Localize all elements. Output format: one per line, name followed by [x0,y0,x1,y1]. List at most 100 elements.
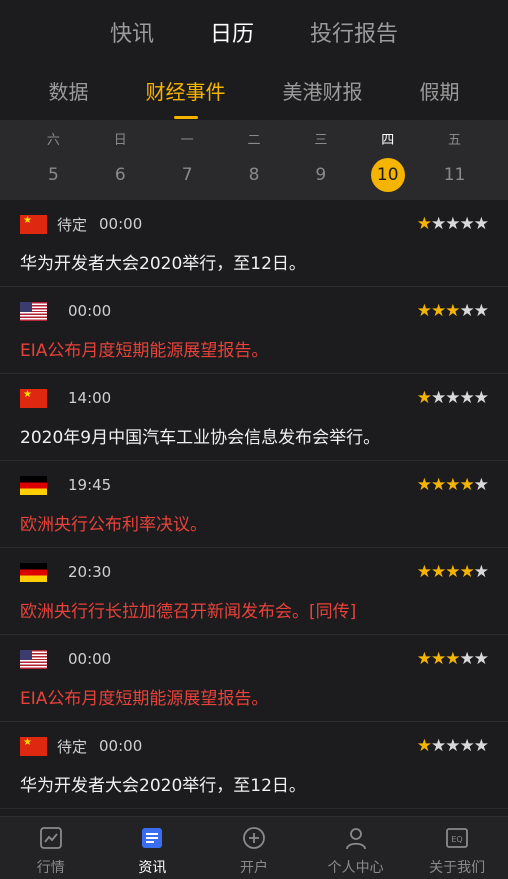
star-icon: ★ [473,649,489,669]
importance-rating: ★★★★★ [416,301,489,321]
star-icon: ★ [431,214,446,234]
subtab-earnings[interactable]: 美港财报 [283,76,363,109]
importance-rating: ★★★★★ [417,475,489,495]
star-icon: ★ [431,649,446,669]
subtab-finance-events[interactable]: 财经事件 [146,76,226,109]
star-icon: ★ [445,736,460,756]
day-cell[interactable]: 六5 [20,120,87,200]
star-icon: ★ [459,736,475,756]
nav-label: 开户 [239,860,268,876]
tab-calendar[interactable]: 日历 [182,16,282,48]
event-item[interactable]: 待定00:00★★★★★华为开发者大会2020举行，至12日。 [0,722,508,809]
event-item[interactable]: 00:00 ★★★★★ EIA公布月度短期能源展望报告。 [0,287,508,374]
nav-label: 行情 [36,860,65,876]
de-flag-icon [20,475,47,495]
us-flag-icon [20,649,47,669]
user-icon [343,825,369,851]
cn-flag-icon [20,388,47,408]
weekday-label: 六 [46,133,60,148]
event-status: 待定 [57,215,88,234]
event-item[interactable]: 14:00★★★★★2020年9月中国汽车工业协会信息发布会举行。 [0,374,508,461]
weekday-label: 二 [247,133,261,148]
week-strip: 六5 日6 一7 二8 三9 四 10 五 11 [0,120,508,200]
event-list: 待定00:00★★★★★华为开发者大会2020举行，至12日。00:00★★★★… [0,200,508,809]
star-icon: ★ [431,301,446,321]
svg-text:EQ: EQ [451,835,462,844]
nav-profile[interactable]: 个人中心 [305,817,407,879]
weekday-label: 三 [314,133,328,148]
star-icon: ★ [416,562,432,582]
star-icon: ★ [459,562,475,582]
day-cell-selected[interactable]: 四 10 [354,120,421,200]
event-item[interactable]: 待定 00:00 ★★★★★ 华为开发者大会2020举行，至12日。 [0,200,508,287]
star-icon: ★ [459,214,475,234]
date-number: 6 [114,165,126,185]
star-icon: ★ [473,562,489,582]
star-icon: ★ [459,301,475,321]
us-flag-icon [20,301,47,321]
event-time: 14:00 [68,389,112,407]
star-icon: ★ [445,388,460,408]
star-icon: ★ [473,736,489,756]
star-icon: ★ [445,649,460,669]
star-icon: ★ [473,301,489,321]
chart-icon [38,825,64,851]
nav-label: 资讯 [138,860,167,876]
star-icon: ★ [473,475,489,495]
top-tab-bar: 快讯 日历 投行报告 [0,0,508,64]
date-number: 11 [443,165,466,185]
event-title: EIA公布月度短期能源展望报告。 [20,341,269,361]
event-item[interactable]: 19:45 ★★★★★ 欧洲央行公布利率决议。 [0,461,508,548]
star-icon: ★ [431,388,446,408]
weekday-label: 一 [180,133,194,148]
day-cell[interactable]: 五 11 [421,120,488,200]
day-cell[interactable]: 三9 [287,120,354,200]
date-number: 9 [315,165,327,185]
subtab-data[interactable]: 数据 [49,76,89,109]
event-status: 待定 [57,737,88,756]
news-icon [139,825,165,851]
about-icon: EQ [444,825,470,851]
bottom-nav: 行情 资讯 开户 个人中心 EQ 关于我们 [0,816,508,879]
sub-tab-bar: 数据 财经事件 美港财报 假期 [0,64,508,120]
importance-rating: ★★★★★ [416,649,489,669]
star-icon: ★ [416,388,432,408]
day-cell[interactable]: 日6 [87,120,154,200]
cn-flag-icon [20,214,47,234]
importance-rating: ★★★★★ [416,736,489,756]
nav-market[interactable]: 行情 [0,817,102,879]
plus-circle-icon [241,825,267,851]
star-icon: ★ [416,736,432,756]
tab-kuaixun[interactable]: 快讯 [82,16,182,48]
nav-news[interactable]: 资讯 [102,817,204,879]
star-icon: ★ [445,562,460,582]
event-time: 20:30 [68,563,112,581]
subtab-holidays[interactable]: 假期 [420,76,460,109]
event-time: 00:00 [99,737,143,755]
day-cell[interactable]: 二8 [221,120,288,200]
tab-reports[interactable]: 投行报告 [282,16,426,48]
star-icon: ★ [459,475,475,495]
star-icon: ★ [459,388,475,408]
event-time: 19:45 [68,476,112,494]
nav-open-account[interactable]: 开户 [203,817,305,879]
nav-about[interactable]: EQ 关于我们 [406,817,508,879]
event-time: 00:00 [68,302,112,320]
importance-rating: ★★★★★ [416,214,489,234]
star-icon: ★ [431,475,446,495]
star-icon: ★ [445,301,460,321]
event-title: 华为开发者大会2020举行，至12日。 [20,254,306,274]
star-icon: ★ [416,214,432,234]
day-cell[interactable]: 一7 [154,120,221,200]
event-time: 00:00 [99,215,143,233]
event-item[interactable]: 20:30 ★★★★★ 欧洲央行行长拉加德召开新闻发布会。[同传] [0,548,508,635]
star-icon: ★ [473,214,489,234]
weekday-label: 日 [113,133,127,148]
event-title: 欧洲央行公布利率决议。 [20,515,207,535]
importance-rating: ★★★★★ [416,562,489,582]
cn-flag-icon [20,736,47,756]
star-icon: ★ [416,649,432,669]
event-item[interactable]: 00:00 ★★★★★ EIA公布月度短期能源展望报告。 [0,635,508,722]
star-icon: ★ [431,736,446,756]
star-icon: ★ [416,301,432,321]
